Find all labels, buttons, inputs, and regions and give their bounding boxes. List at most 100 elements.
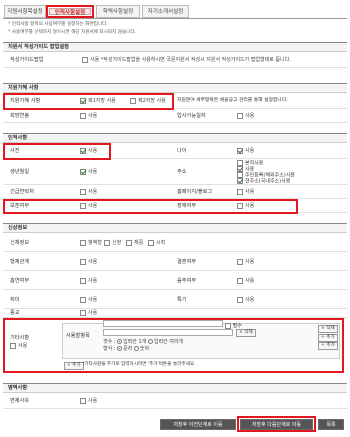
eyesight-checkbox[interactable] [148,239,154,246]
save-next-button[interactable]: 저장후 다음단계로 이동 [240,419,313,430]
note-2: * 사용여부를 선택하지 않으시면 해당 지원서에 표시되지 않습니다. [8,30,137,35]
guide-label: 작성가이드팝업 [10,57,44,63]
eyesight-option[interactable]: 시력 [148,239,165,247]
birth-label: 생년월일 [10,169,30,175]
height-option[interactable]: 신장 [104,239,121,247]
homepage-checkbox[interactable] [237,188,243,195]
start-date-label: 입사가능일자 [177,113,206,119]
family-row [3,252,347,271]
marriage-label: 결혼여부 [177,259,197,265]
drink-option[interactable]: 사용 [237,277,254,285]
extra-add-button[interactable]: + 추가 [318,342,338,350]
hobby-checkbox[interactable] [80,296,86,303]
radio-multi-input[interactable] [147,339,153,344]
smoke-row [3,271,347,290]
family-checkbox[interactable] [80,258,86,265]
highlight-veteran [3,199,298,214]
marriage-option[interactable]: 사용 [237,258,254,266]
age-option[interactable]: 사용 [237,147,254,155]
contact-row [3,185,347,199]
smoke-option[interactable]: 사용 [80,277,97,285]
religion-checkbox[interactable] [80,309,86,316]
salary-option[interactable]: 사용 [80,112,97,120]
extra-content-input[interactable] [103,329,233,336]
birth-row [3,159,347,185]
guide-checkbox[interactable] [82,56,88,63]
tab-personal-settings[interactable]: 인적사항설정 [46,5,94,18]
address-option-4[interactable]: 현주소(국내주소)사용 [237,178,290,185]
highlight-photo [3,143,111,160]
extra-add-button-3[interactable]: + 추가 [64,362,84,370]
address-label: 주소 [177,169,187,175]
salary-label: 희망연봉 [10,113,30,119]
hobby-label: 취미 [10,297,20,303]
extra-hint: *기타사항을 추가로 입력하시려면 '추가'버튼을 눌러주세요. [82,362,196,367]
tab-cover-letter-settings[interactable]: 자기소개서설정 [142,5,189,18]
religion-label: 종교 [10,310,20,316]
start-date-checkbox[interactable] [237,112,243,119]
birth-option[interactable]: 사용 [80,168,97,176]
smoke-checkbox[interactable] [80,277,86,284]
hope-row-2 [3,109,347,123]
family-label: 형제관계 [10,259,30,265]
homepage-option[interactable]: 사용 [237,188,254,196]
extra-add-button-2[interactable]: + 추가 [318,334,338,342]
marriage-checkbox[interactable] [237,258,243,265]
military-option[interactable]: 사용 [80,397,97,405]
extra-type-row: 형식 : 문자 숫자 [103,346,150,352]
military-label: 면제사유 [10,398,30,404]
section-personal-title: 인적사항 [3,133,347,143]
extra-use-option[interactable]: 사용 [10,342,27,350]
blood-type-option[interactable]: 혈액형 [80,239,102,247]
section-guide-title: 지원서 작성가이드 팝업설정 [3,42,347,52]
skill-label: 특기 [177,297,187,303]
body-row [3,233,347,252]
extra-delete-button-2[interactable]: × 삭제 [318,325,338,333]
radio-single-input[interactable] [117,339,123,344]
start-date-option[interactable]: 사용 [237,112,254,120]
section-military-title: 병역사항 [3,383,347,393]
skill-checkbox[interactable] [237,296,243,303]
drink-checkbox[interactable] [237,277,243,284]
highlight-hope [3,93,174,110]
birth-checkbox[interactable] [80,168,86,175]
religion-row [3,309,347,318]
extra-required-checkbox[interactable] [224,322,231,329]
family-option[interactable]: 사용 [80,258,97,266]
weight-option[interactable]: 체중 [126,239,143,247]
save-prev-button[interactable]: 저장후 이전단계로 이동 [160,419,236,430]
note-1: * 인적사항 항목의 사용여부를 설정하는 화면입니다. [8,22,108,27]
smoke-label: 흡연여부 [10,278,30,284]
extra-delete-button[interactable]: × 삭제 [236,329,256,337]
weight-checkbox[interactable] [126,239,132,246]
radio-number[interactable] [133,346,139,351]
tab-education-settings[interactable]: 학력사항설정 [96,5,140,18]
list-button[interactable]: 목록 [318,419,344,430]
extra-sublabel: 사용할항목 [66,333,90,339]
height-checkbox[interactable] [104,239,110,246]
tab-resume-items[interactable]: 지원서항목설정 [4,5,46,18]
guide-option[interactable]: 사용 *작성가이드팝업을 사용하시면 국문지원서 작성시 지원서 작성가이드가 … [82,56,291,64]
contact-label: 긴급연락처 [10,189,34,195]
tab-divider [3,18,347,19]
salary-checkbox[interactable] [80,112,86,119]
radio-text[interactable] [117,346,123,351]
extra-label: 기타사항 [10,335,30,341]
age-checkbox[interactable] [237,147,243,154]
hobby-row [3,290,347,309]
religion-option[interactable]: 사용 [80,309,97,317]
section-other-title: 신상정보 [3,223,347,233]
body-label: 신체정보 [10,240,30,246]
drink-label: 음주여부 [177,278,197,284]
extra-required-row: 필수 [103,320,242,329]
military-checkbox[interactable] [80,397,86,404]
skill-option[interactable]: 사용 [237,296,254,304]
extra-use-checkbox[interactable] [10,342,16,349]
extra-item-input[interactable] [103,320,223,327]
hobby-option[interactable]: 사용 [80,296,97,304]
blood-type-checkbox[interactable] [80,239,86,246]
contact-option[interactable]: 사용 [80,188,97,196]
address-checkbox-4[interactable] [237,178,243,184]
contact-checkbox[interactable] [80,188,86,195]
hope-note: 지원분야 세부항목은 채용공고 관리를 통해 설정합니다. [177,98,288,103]
